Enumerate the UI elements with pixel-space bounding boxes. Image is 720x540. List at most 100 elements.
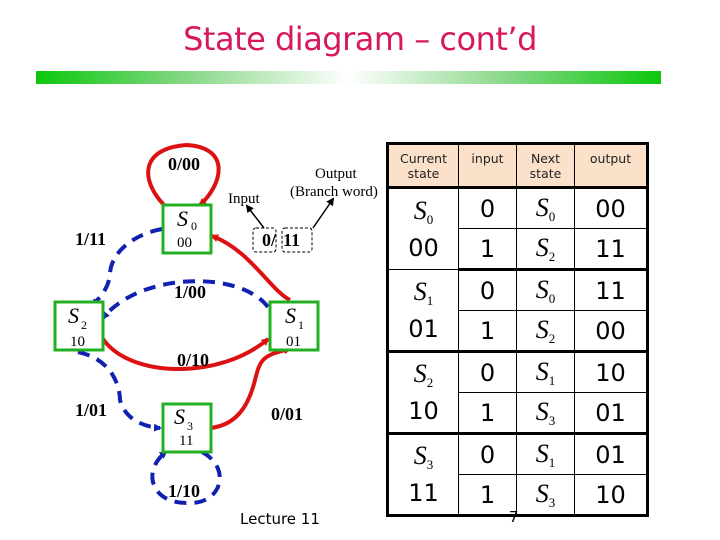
output-cell: 10: [574, 351, 648, 393]
state-s0-name: S: [177, 206, 188, 231]
current-state-cell: S3 11: [387, 433, 459, 516]
input-cell: 1: [458, 392, 517, 435]
state-letter: S: [535, 314, 549, 344]
annotation-output-label: Output: [315, 166, 358, 182]
output-cell: 00: [574, 310, 648, 353]
state-subscript: 1: [548, 372, 556, 388]
annotation-output-value: 11: [283, 230, 300, 250]
state-s1: S 1 01: [268, 300, 320, 352]
state-letter: S: [535, 396, 549, 426]
output-cell: 01: [574, 392, 648, 435]
annotation-input-value: 0/: [262, 230, 277, 250]
state-s0-sub: 0: [191, 219, 197, 233]
state-letter: S: [535, 274, 549, 304]
edge-s1-s0: [210, 234, 292, 302]
state-s3-sub: 3: [187, 419, 193, 433]
input-cell: 1: [458, 310, 517, 353]
input-cell: 0: [458, 269, 517, 311]
state-s2-sub: 2: [81, 318, 87, 332]
current-state-name: S1: [389, 276, 458, 315]
state-letter: S: [535, 232, 549, 262]
state-subscript: 3: [548, 412, 556, 428]
next-state-cell: S0: [516, 269, 575, 311]
state-s2: S 2 10: [53, 300, 105, 352]
input-cell: 1: [458, 228, 517, 271]
footer-lecture: Lecture 11: [240, 510, 320, 528]
header-line: state: [407, 165, 440, 181]
branch-annotation: 0/ 11 Input Output (Branch word): [228, 166, 378, 253]
state-letter: S: [413, 441, 427, 470]
state-subscript: 0: [426, 211, 434, 227]
input-cell: 0: [458, 351, 517, 393]
next-state-cell: S1: [516, 351, 575, 393]
edge-label-s0-s2: 1/11: [75, 229, 106, 249]
state-s3: S 3 11: [161, 402, 213, 454]
current-state-code: 00: [408, 233, 439, 262]
table-row: S0 00 0 S0 00: [387, 187, 648, 270]
header-line: Current: [400, 150, 447, 166]
state-subscript: 2: [548, 248, 556, 264]
header-line: output: [589, 150, 632, 166]
table-row: S1 01 0 S0 11: [387, 269, 648, 353]
current-state-code: 11: [408, 479, 439, 507]
edge-label-s2-s1: 0/10: [177, 350, 209, 370]
output-cell: 11: [574, 269, 648, 311]
edge-label-s3-s1: 0/01: [271, 404, 303, 424]
state-s3-name: S: [174, 404, 185, 429]
header-input: input: [458, 143, 517, 189]
current-state-cell: S2 10: [387, 351, 459, 435]
state-s1-sub: 1: [298, 318, 304, 332]
edge-label-s0-s0: 0/00: [168, 154, 200, 174]
output-cell: 10: [574, 474, 648, 516]
state-letter: S: [535, 478, 549, 508]
next-state-cell: S0: [516, 187, 575, 229]
annotation-output-sublabel: (Branch word): [290, 184, 378, 200]
current-state-name: S3: [389, 442, 458, 479]
state-subscript: 0: [548, 208, 556, 224]
state-letter: S: [535, 192, 549, 222]
state-s3-code: 11: [179, 433, 193, 449]
edge-label-s3-s3: 1/10: [168, 481, 200, 501]
input-cell: 0: [458, 433, 517, 475]
state-subscript: 3: [426, 457, 434, 472]
state-s1-name: S: [285, 303, 296, 328]
state-s2-name: S: [68, 303, 79, 328]
state-subscript: 2: [548, 330, 556, 346]
input-cell: 0: [458, 187, 517, 229]
state-subscript: 1: [426, 292, 434, 308]
state-letter: S: [535, 438, 549, 468]
edge-label-s2-s3: 1/01: [75, 400, 107, 420]
input-cell: 1: [458, 474, 517, 516]
header-line: Next: [530, 150, 561, 166]
next-state-cell: S3: [516, 474, 575, 516]
state-s1-code: 01: [286, 334, 301, 350]
next-state-cell: S2: [516, 228, 575, 271]
current-state-cell: S1 01: [387, 269, 459, 353]
state-letter: S: [413, 276, 427, 306]
next-state-cell: S3: [516, 392, 575, 435]
header-line: state: [529, 165, 562, 181]
state-letter: S: [535, 356, 549, 386]
current-state-code: 01: [408, 314, 439, 343]
state-table: Current state input Next state output S0 0…: [386, 142, 649, 517]
header-next-state: Next state: [516, 143, 575, 189]
output-cell: 00: [574, 187, 648, 229]
state-letter: S: [413, 195, 427, 225]
edge-label-s1-s2: 1/00: [174, 282, 206, 302]
state-letter: S: [413, 359, 427, 388]
next-state-cell: S1: [516, 433, 575, 475]
state-s2-code: 10: [70, 334, 85, 350]
header-output: output: [574, 143, 648, 189]
current-state-name: S0: [389, 195, 458, 234]
state-subscript: 1: [548, 454, 556, 470]
current-state-name: S2: [389, 360, 458, 397]
current-state-cell: S0 00: [387, 187, 459, 270]
current-state-code: 10: [408, 397, 439, 425]
state-subscript: 0: [548, 290, 556, 306]
next-state-cell: S2: [516, 310, 575, 353]
output-cell: 01: [574, 433, 648, 475]
output-cell: 11: [574, 228, 648, 271]
state-s0-code: 00: [177, 235, 192, 251]
annotation-input-label: Input: [228, 191, 260, 207]
state-subscript: 3: [548, 494, 556, 510]
